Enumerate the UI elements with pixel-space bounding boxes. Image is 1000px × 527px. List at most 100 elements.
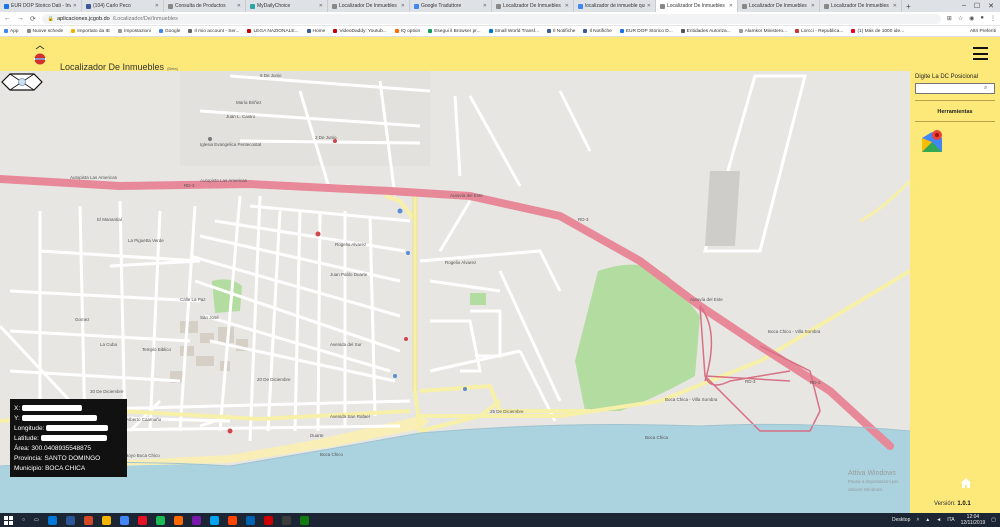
back-icon[interactable]: ← bbox=[4, 15, 11, 22]
bookmark-item[interactable]: Il Notifiche bbox=[583, 29, 612, 34]
map-canvas[interactable]: Autopista Las Americas Autopista Las Ame… bbox=[0, 71, 910, 513]
search-taskbar-icon[interactable]: ○ bbox=[22, 517, 25, 523]
browser-menu-icon[interactable]: ⋮ bbox=[990, 15, 996, 22]
tab-close-icon[interactable]: ✕ bbox=[155, 3, 159, 9]
browser-tab[interactable]: Localizador De Inmuebles ✕ bbox=[820, 0, 902, 12]
poi-icon[interactable] bbox=[315, 231, 321, 237]
browser-tab[interactable]: Localizador De Inmuebles ✕ bbox=[656, 0, 738, 12]
windows-start-icon[interactable] bbox=[4, 515, 13, 525]
tab-title: Google Traduttore bbox=[421, 3, 462, 9]
poi-icon[interactable] bbox=[333, 139, 337, 143]
forward-icon[interactable]: → bbox=[17, 15, 24, 22]
bookmark-item[interactable]: App bbox=[4, 29, 19, 34]
app-icon-8[interactable] bbox=[245, 515, 255, 525]
clock[interactable]: 12:04 12/11/2019 bbox=[961, 514, 986, 526]
tab-close-icon[interactable]: ✕ bbox=[319, 3, 323, 9]
browser-tab[interactable]: Google Traduttore ✕ bbox=[410, 0, 492, 12]
app-icon-4[interactable] bbox=[173, 515, 183, 525]
bookmark-item[interactable]: (1) Más de 1000 ide... bbox=[851, 29, 904, 34]
poi-icon[interactable] bbox=[397, 208, 403, 214]
bookmark-item[interactable]: Alamkor Ministero... bbox=[738, 29, 787, 34]
app-icon-10[interactable] bbox=[281, 515, 291, 525]
app-icon-6[interactable] bbox=[209, 515, 219, 525]
network-icon[interactable]: ▲ bbox=[925, 517, 930, 523]
browser-tab[interactable]: EUR DOP Storico Dati - Investi✕ bbox=[0, 0, 82, 12]
browser-tab[interactable]: Localizador De Inmuebles ✕ bbox=[328, 0, 410, 12]
edge-icon[interactable] bbox=[47, 515, 57, 525]
bookmark-item[interactable]: Home bbox=[306, 29, 325, 34]
tab-close-icon[interactable]: ✕ bbox=[565, 3, 569, 9]
bookmark-item[interactable]: Entidades Autoriza... bbox=[680, 29, 731, 34]
map-view[interactable]: Autopista Las Americas Autopista Las Ame… bbox=[0, 71, 910, 513]
poi-icon[interactable] bbox=[393, 374, 397, 378]
browser-tab[interactable]: Consulta de Productos ✕ bbox=[164, 0, 246, 12]
tab-close-icon[interactable]: ✕ bbox=[73, 3, 77, 9]
app-icon-5[interactable] bbox=[191, 515, 201, 525]
bookmark-item[interactable]: Nuove schede bbox=[26, 29, 63, 34]
word-icon[interactable] bbox=[65, 515, 75, 525]
tab-close-icon[interactable]: ✕ bbox=[237, 3, 241, 9]
bookmark-item[interactable]: Esegui il Browser pr... bbox=[428, 29, 481, 34]
poi-icon[interactable] bbox=[463, 387, 467, 391]
hamburger-menu-icon[interactable] bbox=[973, 47, 988, 60]
star-icon[interactable]: ☆ bbox=[958, 15, 963, 22]
tab-close-icon[interactable]: ✕ bbox=[401, 3, 405, 9]
tab-close-icon[interactable]: ✕ bbox=[811, 3, 815, 9]
bookmark-item[interactable]: EUR DOP Storico D... bbox=[619, 29, 673, 34]
google-maps-icon[interactable] bbox=[920, 128, 944, 154]
bookmark-item[interactable]: LEGA NAZIONALE... bbox=[247, 29, 299, 34]
url-field[interactable]: 🔒 aplicaciones.jcgob.do/Localizador/De/I… bbox=[41, 13, 941, 24]
bookmark-item[interactable]: Lorcci - Republica... bbox=[795, 29, 843, 34]
task-view-icon[interactable]: ▭ bbox=[34, 517, 39, 523]
bookmark-item[interactable]: VideoDaddy: Youtub... bbox=[333, 29, 387, 34]
extension-icon[interactable]: ◉ bbox=[969, 15, 974, 22]
poi-icon[interactable] bbox=[404, 337, 408, 341]
bookmark-item[interactable]: Small World Transf... bbox=[488, 29, 539, 34]
new-tab-button[interactable]: + bbox=[902, 2, 915, 11]
bookmark-item[interactable]: IQ option bbox=[394, 29, 420, 34]
bookmark-item[interactable]: Importato da IE bbox=[71, 29, 110, 34]
reload-icon[interactable]: ⟳ bbox=[30, 15, 36, 23]
app-icon-9[interactable] bbox=[263, 515, 273, 525]
app-icon-11[interactable] bbox=[299, 515, 309, 525]
folder-icon[interactable] bbox=[101, 515, 111, 525]
selected-parcel-marker[interactable] bbox=[0, 71, 44, 93]
poi-icon[interactable] bbox=[406, 251, 410, 255]
account-icon[interactable]: ● bbox=[980, 15, 984, 22]
close-window-icon[interactable]: ✕ bbox=[988, 2, 994, 10]
search-icon[interactable]: ⌕ bbox=[984, 85, 987, 92]
notification-icon[interactable]: ▢ bbox=[991, 517, 996, 523]
bookmark-item[interactable]: Il mio account - Ser... bbox=[188, 29, 239, 34]
browser-tab[interactable]: MyDailyChoice ✕ bbox=[246, 0, 328, 12]
volume-icon[interactable]: ◄ bbox=[936, 517, 941, 523]
translate-icon[interactable]: ⊞ bbox=[947, 15, 952, 22]
app-icon-3[interactable] bbox=[155, 515, 165, 525]
tab-close-icon[interactable]: ✕ bbox=[483, 3, 487, 9]
bookmark-item[interactable]: Il Notifiche bbox=[547, 29, 575, 34]
address-bar: ← → ⟳ 🔒 aplicaciones.jcgob.do/Localizado… bbox=[0, 12, 1000, 26]
tab-close-icon[interactable]: ✕ bbox=[729, 3, 733, 9]
browser-tab[interactable]: Localizador De Inmuebles ✕ bbox=[492, 0, 574, 12]
tab-close-icon[interactable]: ✕ bbox=[647, 3, 651, 9]
tab-close-icon[interactable]: ✕ bbox=[893, 3, 897, 9]
home-icon[interactable] bbox=[960, 477, 972, 489]
chrome-icon[interactable] bbox=[119, 515, 129, 525]
language-label[interactable]: ITA bbox=[947, 517, 954, 523]
bookmark-favicon-icon bbox=[583, 29, 588, 33]
dc-posicional-input[interactable] bbox=[915, 83, 995, 94]
browser-tab[interactable]: Localizador De Inmuebles ✕ bbox=[738, 0, 820, 12]
minimize-icon[interactable]: – bbox=[962, 2, 966, 10]
maximize-icon[interactable]: ☐ bbox=[974, 2, 980, 10]
poi-icon[interactable] bbox=[227, 428, 233, 434]
other-bookmarks[interactable]: Altri Preferiti bbox=[970, 29, 996, 34]
app-icon-7[interactable] bbox=[227, 515, 237, 525]
bookmark-item[interactable]: Impostazioni bbox=[118, 29, 151, 34]
browser-tab[interactable]: (104) Carlo Peco ✕ bbox=[82, 0, 164, 12]
browser-tab[interactable]: localizador de inmueble que n ✕ bbox=[574, 0, 656, 12]
app-icon-2[interactable] bbox=[137, 515, 147, 525]
bookmark-item[interactable]: Google bbox=[158, 29, 180, 34]
tray-up-icon[interactable]: ˄ bbox=[916, 517, 919, 523]
poi-icon[interactable] bbox=[208, 137, 212, 141]
app-icon[interactable] bbox=[83, 515, 93, 525]
desktop-label[interactable]: Desktop bbox=[892, 517, 910, 523]
